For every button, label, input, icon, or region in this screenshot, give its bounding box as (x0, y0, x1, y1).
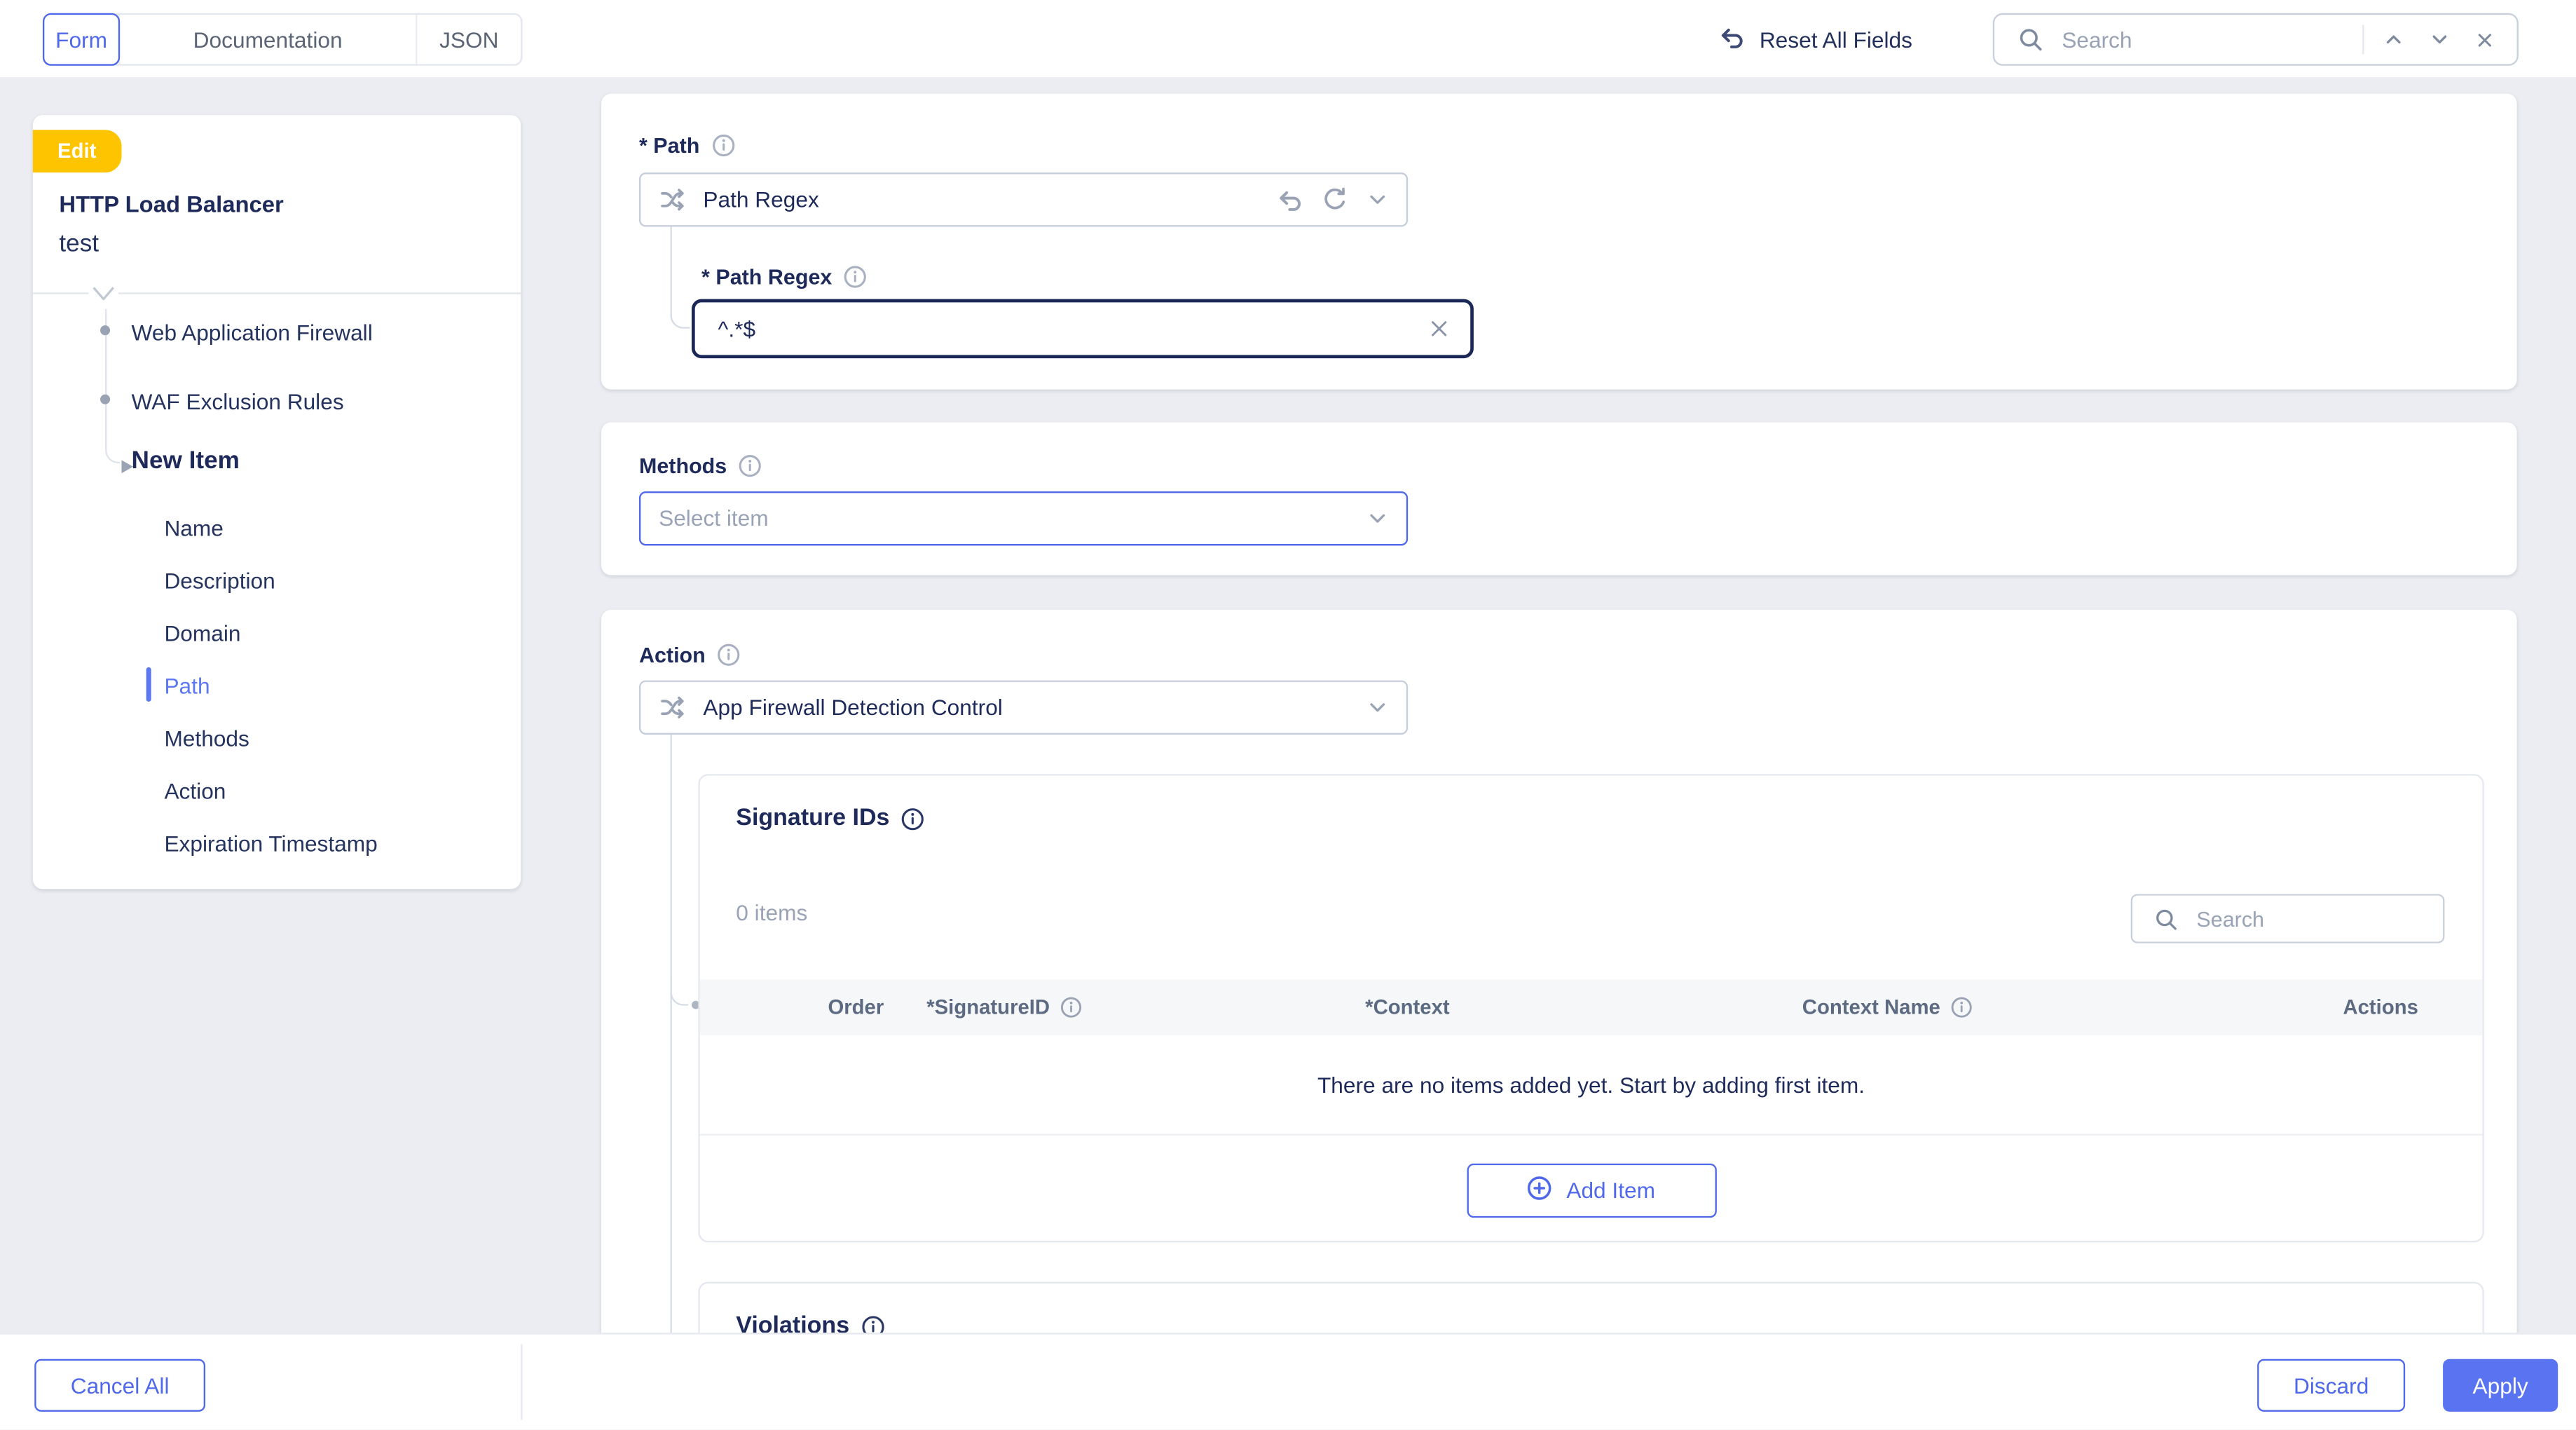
chevron-down-icon[interactable] (2423, 28, 2456, 51)
sidebar-item-domain[interactable]: Domain (164, 620, 240, 648)
sidebar: Edit HTTP Load Balancer test Web Applica… (32, 115, 521, 890)
action-label: Action (638, 642, 706, 667)
path-select-value: Path Regex (703, 187, 819, 212)
action-select-value: App Firewall Detection Control (703, 695, 1003, 720)
search-divider (2362, 25, 2364, 55)
sidebar-item-waf-exclusion-rules[interactable]: WAF Exclusion Rules (132, 388, 344, 416)
footer-bar: Cancel All Discard Apply (0, 1333, 2576, 1430)
info-icon[interactable] (1950, 996, 1973, 1019)
undo-icon (1717, 23, 1746, 57)
reset-all-fields-label: Reset All Fields (1759, 27, 1912, 53)
close-icon[interactable] (2469, 29, 2501, 50)
signature-ids-title: Signature IDs (736, 805, 890, 832)
tab-json[interactable]: JSON (416, 15, 521, 64)
table-search (2130, 894, 2445, 944)
methods-label-row: Methods (639, 454, 763, 478)
empty-state-text: There are no items added yet. Start by a… (699, 1035, 2483, 1136)
content-area: Edit HTTP Load Balancer test Web Applica… (0, 77, 2576, 1333)
footer-divider (521, 1344, 523, 1420)
info-icon[interactable] (844, 264, 868, 289)
sidebar-item-path[interactable]: Path (164, 672, 210, 700)
sidebar-item-web-application-firewall[interactable]: Web Application Firewall (132, 319, 373, 347)
app: Form Documentation JSON Reset All Fields (0, 0, 2576, 1430)
top-search (1992, 13, 2519, 66)
reset-all-fields-button[interactable]: Reset All Fields (1717, 23, 1912, 57)
cancel-all-button[interactable]: Cancel All (34, 1358, 206, 1412)
active-item-indicator (146, 667, 151, 702)
shuffle-icon (659, 186, 687, 214)
add-item-button[interactable]: Add Item (1466, 1162, 1716, 1218)
methods-select[interactable]: Select item (638, 491, 1409, 546)
info-icon[interactable] (1060, 996, 1083, 1019)
nested-section-connector (670, 734, 672, 1333)
search-input[interactable] (2062, 27, 2350, 52)
methods-section: Methods Select item (601, 422, 2517, 576)
column-actions: Actions (2343, 995, 2418, 1019)
column-context-name: Context Name (1802, 996, 2221, 1019)
tree-bullet (100, 325, 111, 336)
clear-icon[interactable] (1427, 317, 1451, 340)
sidebar-item-methods[interactable]: Methods (164, 725, 249, 753)
path-regex-input-wrap (691, 299, 1474, 359)
plus-circle-icon (1527, 1174, 1554, 1206)
sidebar-item-name[interactable]: Name (164, 515, 223, 543)
column-signature-id: *SignatureID (913, 996, 1365, 1019)
info-icon[interactable] (711, 133, 736, 158)
object-type-title: HTTP Load Balancer (59, 190, 284, 217)
add-item-row: Add Item (700, 1136, 2483, 1244)
column-context: *Context (1365, 995, 1450, 1019)
sidebar-item-action[interactable]: Action (164, 777, 226, 805)
undo-icon[interactable] (1275, 185, 1304, 214)
topbar: Form Documentation JSON Reset All Fields (0, 0, 2576, 78)
tree-bullet (100, 394, 111, 404)
search-icon (2013, 27, 2049, 53)
sidebar-item-expiration-timestamp[interactable]: Expiration Timestamp (164, 830, 377, 858)
view-tabs: Form Documentation JSON (42, 13, 523, 66)
chevron-down-icon[interactable] (1365, 695, 1390, 720)
path-section: * Path Path Regex * Path Regex ^.*$ (601, 93, 2517, 390)
info-icon[interactable] (717, 643, 741, 667)
collapse-chevron-icon[interactable] (88, 282, 118, 304)
info-icon[interactable] (901, 806, 926, 831)
info-icon[interactable] (739, 454, 763, 478)
connector-branch (670, 979, 689, 1006)
search-icon (2149, 906, 2183, 931)
path-label: * Path (638, 132, 700, 158)
table-header-row: Order *SignatureID *Context Context Name… (699, 979, 2483, 1035)
nested-field-connector (670, 226, 690, 329)
info-icon[interactable] (861, 1314, 886, 1333)
path-field-label-row: * Path (639, 133, 736, 158)
methods-label: Methods (638, 454, 727, 479)
methods-placeholder: Select item (659, 506, 769, 531)
edit-mode-badge: Edit (32, 130, 121, 173)
violations-title: Violations (736, 1313, 850, 1333)
path-regex-label-row: * Path Regex (701, 264, 868, 290)
signature-ids-title-row: Signature IDs (736, 805, 926, 832)
chevron-down-icon[interactable] (1365, 506, 1390, 531)
action-select[interactable]: App Firewall Detection Control (638, 680, 1409, 735)
discard-button[interactable]: Discard (2257, 1358, 2406, 1412)
items-count: 0 items (736, 900, 808, 925)
table-search-input[interactable] (2196, 906, 2427, 932)
object-name: test (59, 230, 100, 259)
path-type-select[interactable]: Path Regex (638, 172, 1409, 227)
tab-documentation[interactable]: Documentation (118, 15, 416, 64)
signature-ids-panel: Signature IDs 0 items Search Order *Sign… (698, 774, 2484, 1244)
sidebar-item-description[interactable]: Description (164, 567, 275, 595)
column-order: Order (828, 995, 884, 1019)
shuffle-icon (659, 693, 687, 721)
violations-panel: Violations (698, 1281, 2484, 1333)
action-label-row: Action (639, 643, 741, 667)
violations-title-row: Violations (736, 1313, 885, 1333)
chevron-down-icon[interactable] (1365, 187, 1390, 212)
chevron-up-icon[interactable] (2377, 28, 2410, 51)
sidebar-item-new-item[interactable]: New Item (132, 447, 240, 475)
apply-button[interactable]: Apply (2443, 1358, 2558, 1412)
add-item-label: Add Item (1566, 1177, 1655, 1202)
path-regex-input[interactable] (718, 316, 1428, 341)
tab-form[interactable]: Form (42, 13, 121, 66)
action-section: Action App Firewall Detection Control Si… (601, 609, 2517, 1333)
redo-icon[interactable] (1321, 186, 1349, 214)
path-regex-label: * Path Regex (701, 264, 833, 290)
